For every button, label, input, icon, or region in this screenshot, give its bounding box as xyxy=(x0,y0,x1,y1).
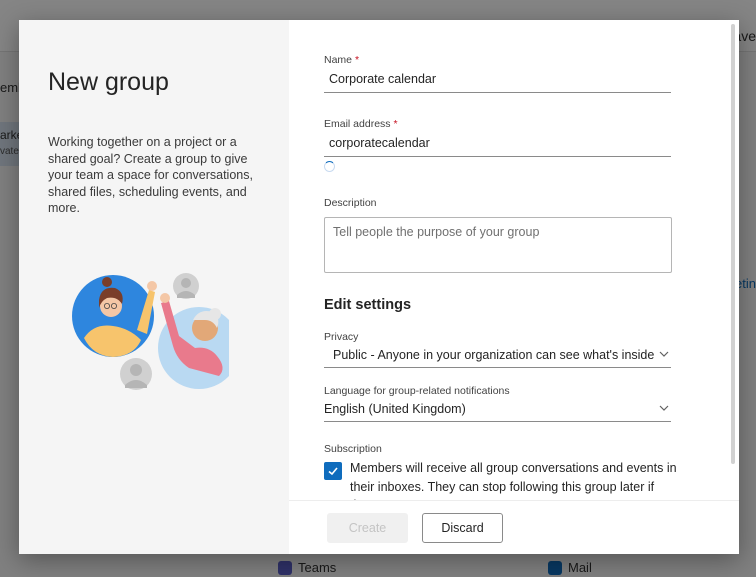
required-marker: * xyxy=(354,54,360,66)
description-textarea[interactable]: Tell people the purpose of your group xyxy=(324,217,672,273)
scrollbar-thumb[interactable] xyxy=(731,24,735,464)
dialog-right-panel: Name * Corporate calendar Email address … xyxy=(289,20,739,554)
dialog-intro-text: Working together on a project or a share… xyxy=(48,135,253,216)
name-label: Name * xyxy=(324,54,360,66)
required-marker: * xyxy=(393,118,398,130)
chevron-down-icon xyxy=(659,351,669,357)
edit-settings-heading: Edit settings xyxy=(324,297,412,313)
team-high-five-illustration xyxy=(72,273,229,390)
group-form: Name * Corporate calendar Email address … xyxy=(289,20,739,500)
form-scrollbar[interactable] xyxy=(729,20,739,500)
checkmark-icon xyxy=(328,467,338,476)
dialog-left-panel: New group Working together on a project … xyxy=(19,20,289,554)
language-dropdown[interactable]: English (United Kingdom) xyxy=(324,400,671,422)
privacy-label: Privacy xyxy=(324,331,359,343)
subscription-label: Subscription xyxy=(324,443,382,455)
dialog-footer: Create Discard xyxy=(289,500,739,554)
language-label: Language for group-related notifications xyxy=(324,385,510,397)
group-name-input[interactable]: Corporate calendar xyxy=(324,70,671,93)
description-label: Description xyxy=(324,197,377,209)
email-label: Email address * xyxy=(324,118,398,130)
language-dropdown-value: English (United Kingdom) xyxy=(324,402,466,416)
create-button[interactable]: Create xyxy=(327,513,408,543)
group-email-input[interactable]: corporatecalendar xyxy=(324,134,671,157)
privacy-dropdown[interactable]: Public - Anyone in your organization can… xyxy=(324,346,671,368)
loading-spinner-icon xyxy=(324,161,335,172)
dialog-title: New group xyxy=(48,68,169,96)
new-group-dialog: New group Working together on a project … xyxy=(19,20,739,554)
discard-button[interactable]: Discard xyxy=(422,513,503,543)
subscription-description: Members will receive all group conversat… xyxy=(350,461,677,500)
subscription-checkbox[interactable] xyxy=(324,462,342,480)
privacy-dropdown-value: Public - Anyone in your organization can… xyxy=(333,348,655,362)
chevron-down-icon xyxy=(659,405,669,411)
